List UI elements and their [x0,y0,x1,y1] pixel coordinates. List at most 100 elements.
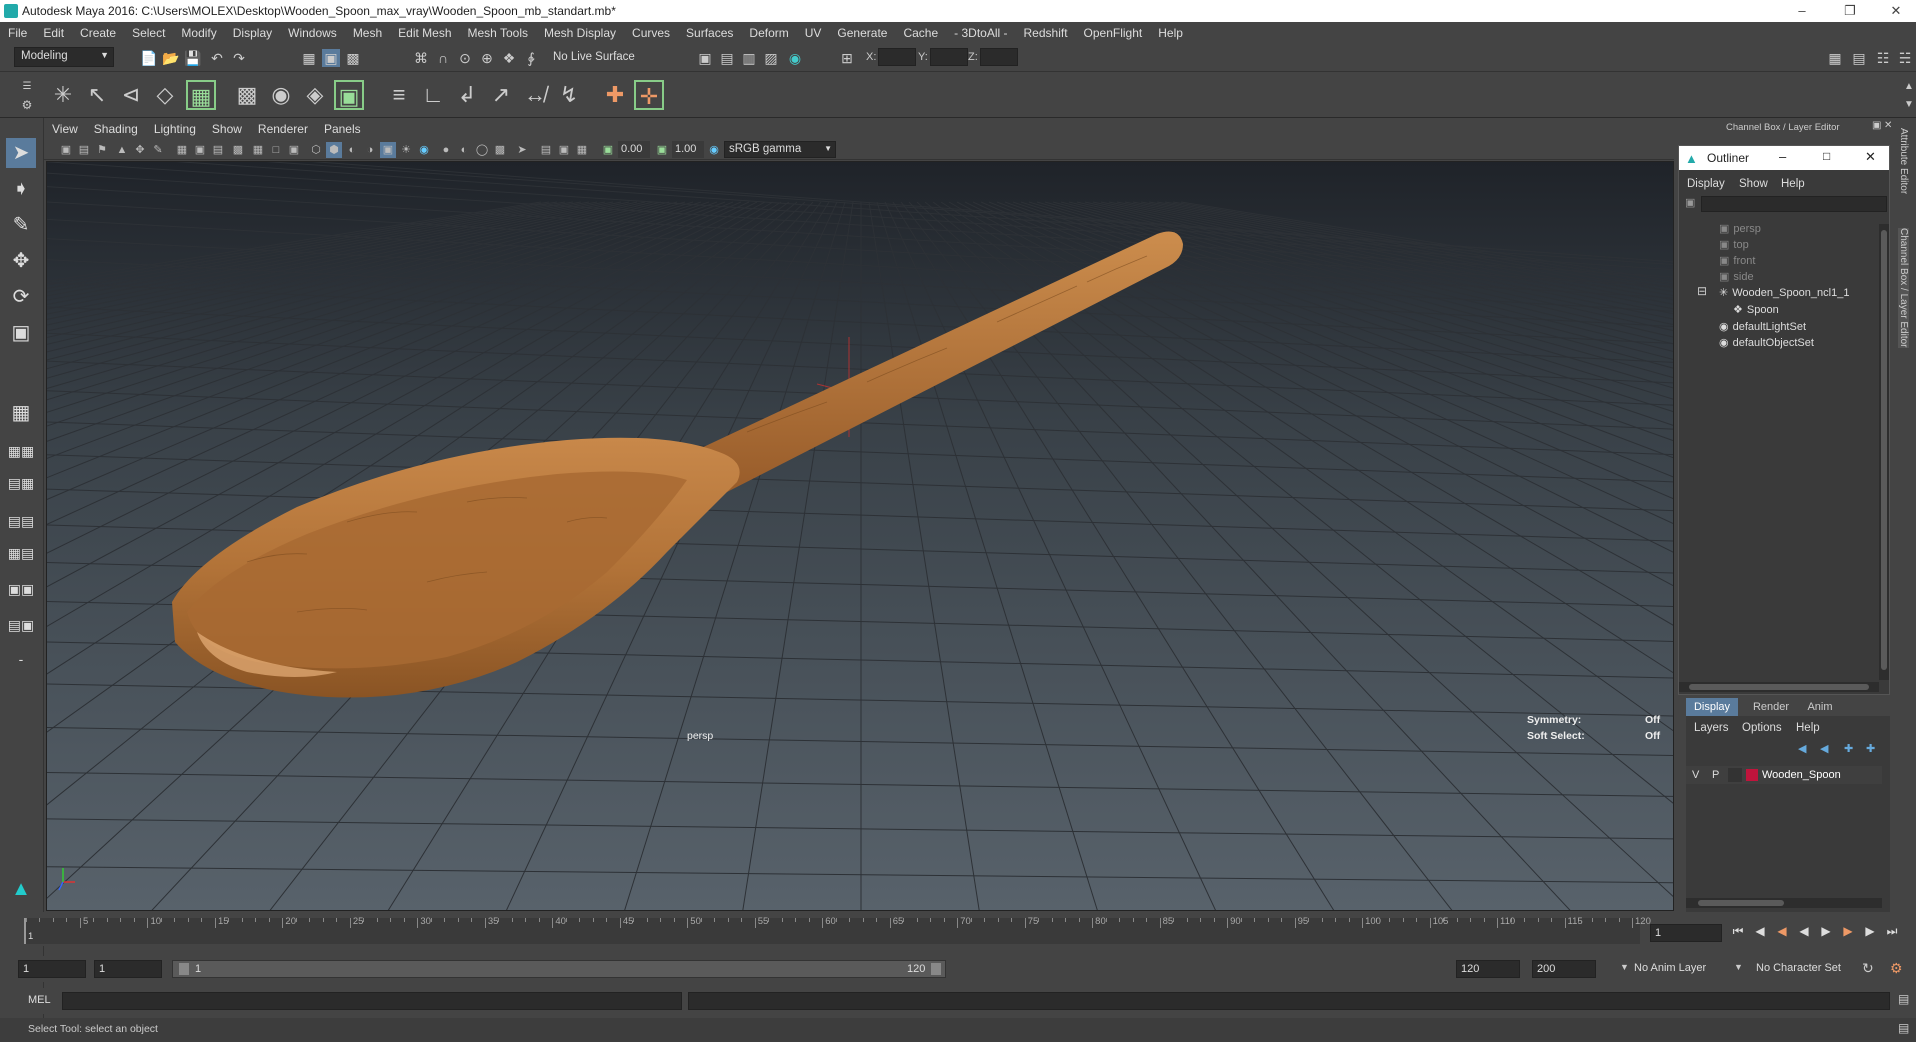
new-layer-selected-icon[interactable]: ✚ [1866,742,1875,755]
mode-dropdown[interactable]: Modeling ▼ [14,47,114,67]
resolution-gate-icon[interactable]: ▤ [210,142,226,158]
shadows-icon[interactable]: ◑ [362,142,378,158]
hypershade-persp-layout-icon[interactable]: ▦▤ [6,538,36,568]
panel-menu-panels[interactable]: Panels [316,118,369,140]
menu-mesh[interactable]: Mesh [345,22,390,44]
menu-openflight[interactable]: OpenFlight [1076,22,1151,44]
menu-generate[interactable]: Generate [829,22,895,44]
modeling-toolkit-icon[interactable]: ▦ [1826,49,1844,67]
transform-mode-icon[interactable]: ⊞ [838,49,856,67]
layer-hscrollbar[interactable] [1686,898,1882,908]
maya-home-icon[interactable]: ▲ [6,874,36,904]
xray-active-icon[interactable]: ▣ [556,142,572,158]
layer-row[interactable]: V P Wooden_Spoon [1686,766,1882,784]
outliner-menu-display[interactable]: Display [1687,178,1725,190]
rotate-tool-icon[interactable]: ⟳ [6,282,36,312]
shelf-menu-icon[interactable]: ☰ [18,78,36,96]
two-d-pan-zoom-icon[interactable]: ✥ [132,142,148,158]
custom-layout-icon[interactable]: ▣▣ [6,574,36,604]
filter-icon[interactable]: ▣ [1685,196,1695,209]
collapse-icon[interactable]: ⊟ [1697,284,1707,298]
camera-attributes-icon[interactable]: ▤ [76,142,92,158]
ambient-occlusion-icon[interactable]: ◉ [416,142,432,158]
help-line-icon[interactable]: ▤ [1898,1021,1909,1035]
layer-name[interactable]: Wooden_Spoon [1762,769,1841,781]
motion-blur-icon[interactable]: ● [438,142,454,158]
grease-pencil-icon[interactable]: ✎ [150,142,166,158]
close-button[interactable]: ✕ [1876,2,1916,20]
use-all-lights-icon[interactable]: ☀ [398,142,414,158]
step-back-key-icon[interactable]: ◀ [1752,924,1768,940]
snap-curve-icon[interactable]: ∩ [434,49,452,67]
outliner-hscrollbar[interactable] [1679,682,1879,692]
grid-icon[interactable]: ▦ [174,142,190,158]
menu-mesh-tools[interactable]: Mesh Tools [460,22,536,44]
xray-joints-icon[interactable]: ▤ [538,142,554,158]
backface-culling-icon[interactable]: ▦ [574,142,590,158]
outliner-item[interactable]: ❖ Spoon [1733,303,1779,321]
save-scene-icon[interactable]: 💾 [184,49,202,67]
float-panel-icon[interactable]: ▣ [1872,120,1881,131]
extrude-icon[interactable]: ▦ [186,80,216,110]
animation-preferences-icon[interactable]: ⚙ [1890,960,1903,977]
bridge-icon[interactable]: ▩ [232,80,262,110]
shelf-scroll-up-icon[interactable]: ▲ [1900,78,1916,96]
default-lighting-icon[interactable]: ◐ [344,142,360,158]
lasso-tool-icon[interactable]: ➧ [6,174,36,204]
anim-layer-dropdown[interactable]: ▼ No Anim Layer [1620,962,1738,978]
menu-help[interactable]: Help [1150,22,1191,44]
go-to-end-icon[interactable]: ⏭ [1884,924,1900,940]
open-scene-icon[interactable]: 📂 [162,49,180,67]
panel-menu-shading[interactable]: Shading [86,118,146,140]
multi-cut-icon[interactable]: ↖ [82,80,112,110]
textured-icon[interactable]: ▣ [380,142,396,158]
paint-select-tool-icon[interactable]: ✎ [6,210,36,240]
gate-mask-icon[interactable]: ▩ [230,142,246,158]
go-to-start-icon[interactable]: ⏮ [1730,924,1746,940]
ipr-render-icon[interactable]: ▨ [762,49,780,67]
exposure-icon[interactable]: ▣ [600,142,616,158]
layer-menu-help[interactable]: Help [1796,722,1820,734]
outliner-search-input[interactable] [1701,196,1887,212]
menu-windows[interactable]: Windows [280,22,345,44]
range-end-handle[interactable] [931,963,941,975]
isolate-select-icon[interactable]: ▩ [492,142,508,158]
range-start-handle[interactable] [179,963,189,975]
panel-menu-show[interactable]: Show [204,118,250,140]
polygon-sphere-icon[interactable]: ✳ [48,80,78,110]
script-editor-icon[interactable]: ▤ [1898,992,1909,1006]
outliner-vscrollbar[interactable] [1879,224,1889,680]
menu-edit[interactable]: Edit [35,22,72,44]
menu-edit-mesh[interactable]: Edit Mesh [390,22,459,44]
outliner-item[interactable]: ✳ Wooden_Spoon_ncl1_1 [1719,286,1849,304]
menu-uv[interactable]: UV [797,22,830,44]
render-frame-icon[interactable]: ▥ [740,49,758,67]
graph-persp-layout-icon[interactable]: ▤▤ [6,506,36,536]
outliner-item[interactable]: ◉ defaultObjectSet [1719,336,1814,354]
attribute-editor-tab[interactable]: Attribute Editor [1898,128,1909,194]
close-icon[interactable]: ✕ [1865,149,1876,165]
step-forward-key-icon[interactable]: ▶ [1862,924,1878,940]
center-pivot-icon[interactable]: ▣ [334,80,364,110]
menu-mesh-display[interactable]: Mesh Display [536,22,624,44]
minimize-icon[interactable]: – [1779,149,1786,164]
layer-visibility-toggle[interactable]: V [1692,769,1699,781]
play-backwards-icon[interactable]: ◀ [1796,924,1812,940]
menu-redshift[interactable]: Redshift [1016,22,1076,44]
film-gate-icon[interactable]: ▣ [192,142,208,158]
menu-display[interactable]: Display [225,22,280,44]
playback-start-field[interactable]: 1 [94,960,162,978]
wireframe-icon[interactable]: ⬡ [308,142,324,158]
auto-key-icon[interactable]: ↻ [1862,960,1874,977]
select-camera-icon[interactable]: ▣ [58,142,74,158]
connect-tool-icon[interactable]: ↲ [452,80,482,110]
tab-display[interactable]: Display [1686,698,1738,716]
menu-cache[interactable]: Cache [895,22,946,44]
move-tool-icon[interactable]: ✥ [6,246,36,276]
shelf-scroll-down-icon[interactable]: ▼ [1900,96,1916,114]
layout-menu-icon[interactable]: - [6,644,36,674]
insert-edge-loop-icon[interactable]: ∟ [418,80,448,110]
outliner-menu-help[interactable]: Help [1781,178,1805,190]
command-input[interactable] [62,992,682,1010]
tool-settings-toggle-icon[interactable]: ☷ [1874,49,1892,67]
